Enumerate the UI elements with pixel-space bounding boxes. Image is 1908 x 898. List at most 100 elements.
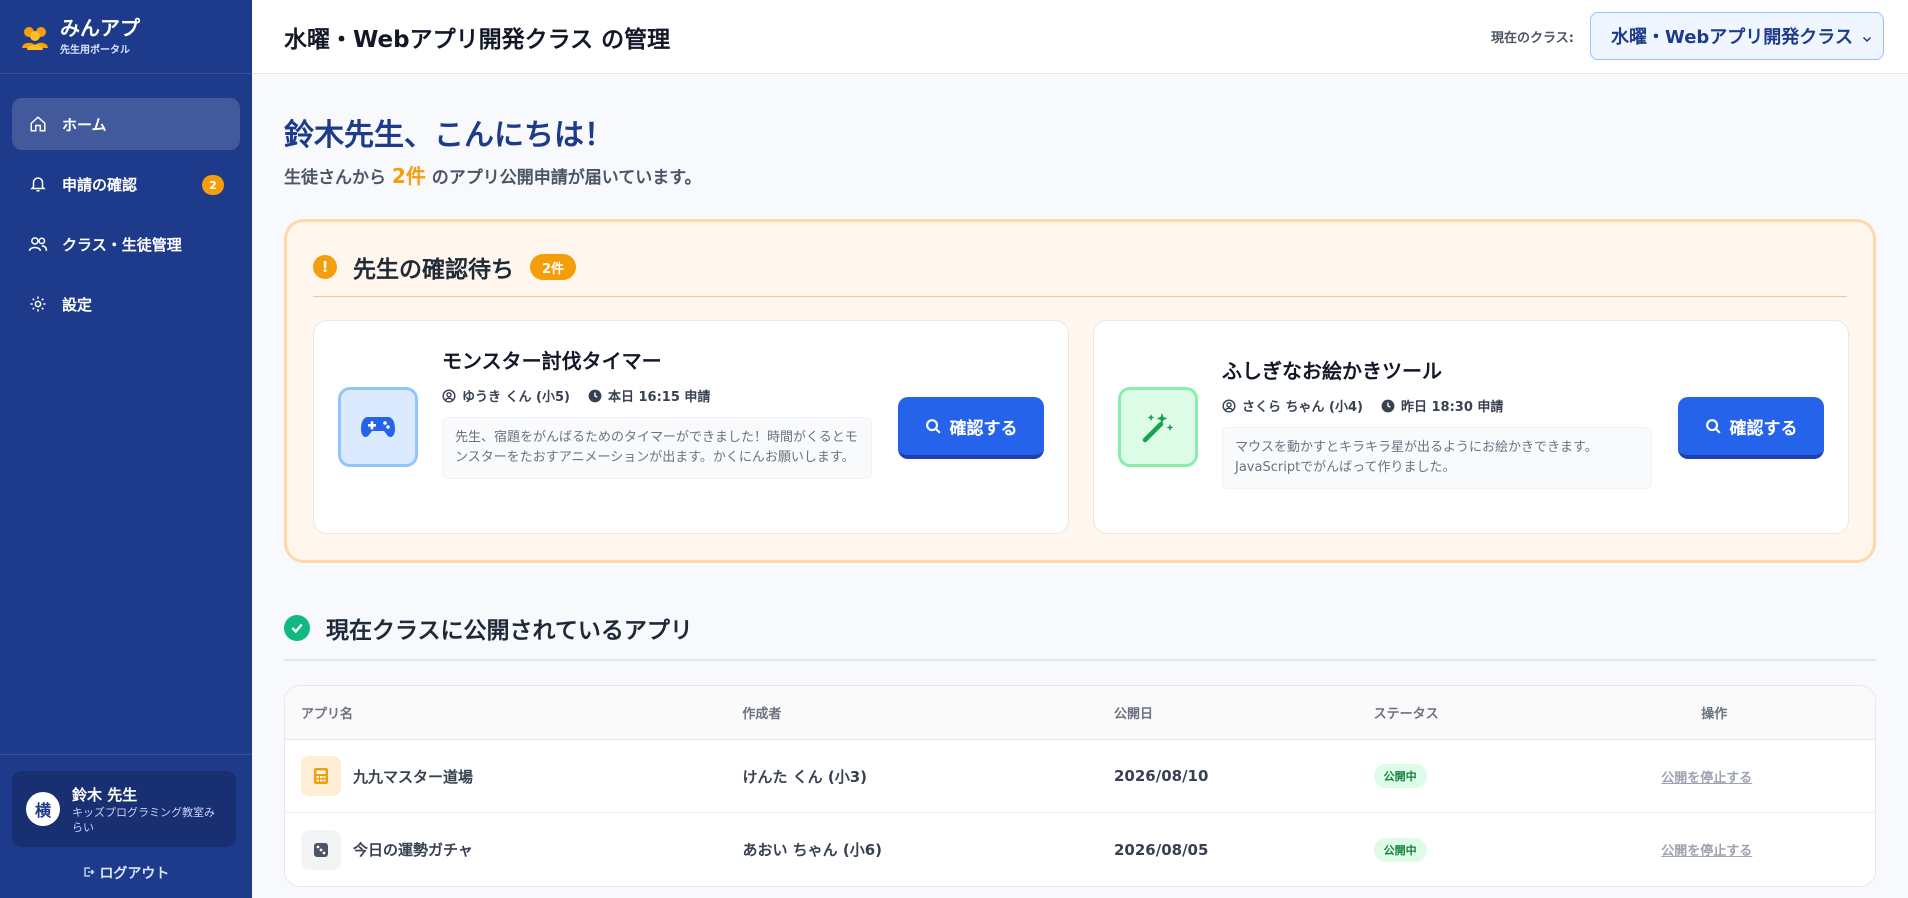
avatar: 横 — [26, 792, 60, 826]
sidebar-item-home[interactable]: ホーム — [12, 98, 240, 150]
sidebar-item-label: 申請の確認 — [62, 175, 138, 194]
check-circle-icon — [284, 615, 310, 641]
pending-title: 先生の確認待ち — [353, 257, 514, 283]
calculator-icon — [301, 756, 341, 796]
column-header-author: 作成者 — [742, 707, 782, 722]
pending-badge: 2件 — [530, 254, 577, 280]
app-name: 今日の運勢ガチャ — [353, 841, 473, 859]
logout-icon — [83, 866, 100, 882]
sidebar-footer: 横 鈴木 先生 キッズプログラミング教室みらい ログアウト — [0, 754, 252, 898]
app-description: マウスを動かすとキラキラ星が出るようにお絵かきできます。JavaScriptでが… — [1222, 427, 1652, 489]
sidebar-item-label: ホーム — [62, 115, 107, 134]
users-icon — [28, 234, 48, 254]
table-row: 九九マスター道場 けんた くん (小3) 2026/08/10 公開中 公開を停… — [285, 740, 1875, 813]
users-logo-icon — [22, 26, 48, 50]
request-time: 本日 16:15 申請 — [607, 390, 711, 405]
exclamation-icon: ! — [313, 255, 337, 279]
app-title: ふしぎなお絵かきツール — [1222, 359, 1442, 383]
request-meta: さくら ちゃん (小4) 昨日 18:30 申請 — [1222, 396, 1652, 415]
status-badge: 公開中 — [1373, 837, 1427, 862]
author-name: さくら ちゃん (小4) — [1242, 400, 1363, 415]
sidebar-item-label: クラス・生徒管理 — [62, 235, 182, 254]
search-icon — [925, 418, 941, 434]
greeting-sub-prefix: 生徒さんから — [284, 168, 392, 188]
divider — [313, 296, 1847, 297]
request-card: モンスター討伐タイマー ゆうき くん (小5) 本日 16:15 申請 先生、宿… — [313, 320, 1069, 534]
clock-icon — [1381, 399, 1395, 413]
status-cell: 公開中 — [1373, 837, 1662, 862]
column-header-app-name: アプリ名 — [301, 707, 354, 722]
confirm-button-label: 確認する — [1729, 418, 1798, 439]
divider — [284, 659, 1876, 661]
pending-section: ! 先生の確認待ち 2件 モンスター討伐タイマー ゆうき くん (小5) 本日 … — [284, 219, 1876, 563]
app-description: 先生、宿題をがんばるためのタイマーができました！時間がくるとモンスターをたおすア… — [442, 417, 872, 479]
author-name: ゆうき くん (小5) — [462, 390, 570, 405]
table-header: アプリ名 作成者 公開日 ステータス 操作 — [285, 686, 1875, 740]
request-time: 昨日 18:30 申請 — [1400, 400, 1504, 415]
chevron-down-icon — [1861, 29, 1873, 50]
author-cell: けんた くん (小3) — [742, 767, 868, 786]
app-name-cell: 九九マスター道場 — [285, 756, 742, 796]
sidebar: みんアプ 先生用ポータル ホーム 申請の確認 2 クラス・生徒管理 設定 横 鈴… — [0, 0, 252, 898]
gear-icon — [28, 294, 48, 314]
app-name-cell: 今日の運勢ガチャ — [285, 829, 742, 870]
pending-header: ! 先生の確認待ち 2件 — [313, 250, 577, 284]
user-card[interactable]: 横 鈴木 先生 キッズプログラミング教室みらい — [12, 771, 236, 847]
class-select[interactable]: 水曜・Webアプリ開発クラス — [1590, 12, 1884, 60]
date-cell: 2026/08/05 — [1113, 840, 1209, 859]
user-name: 鈴木 先生 — [72, 785, 138, 804]
requests-count-badge: 2 — [202, 175, 224, 195]
logout-link[interactable]: ログアウト — [0, 863, 252, 883]
published-header: 現在クラスに公開されているアプリ — [284, 613, 1876, 644]
sidebar-item-label: 設定 — [62, 295, 93, 314]
request-card: ふしぎなお絵かきツール さくら ちゃん (小4) 昨日 18:30 申請 マウス… — [1093, 320, 1849, 534]
class-switch-label: 現在のクラス: — [1491, 30, 1574, 46]
brand[interactable]: みんアプ 先生用ポータル — [0, 0, 252, 74]
request-card-body: ふしぎなお絵かきツール さくら ちゃん (小4) 昨日 18:30 申請 マウス… — [1222, 355, 1652, 489]
home-icon — [28, 114, 48, 134]
app-title: モンスター討伐タイマー — [442, 349, 662, 373]
gamepad-icon — [338, 387, 418, 467]
pending-count: 2件 — [391, 164, 426, 188]
user-organization: キッズプログラミング教室みらい — [72, 805, 215, 834]
main-content: 鈴木先生、こんにちは！ 生徒さんから 2件 のアプリ公開申請が届いています。 !… — [284, 74, 1876, 887]
confirm-button-label: 確認する — [949, 418, 1018, 439]
column-header-status: ステータス — [1373, 707, 1439, 722]
page-title: 水曜・Webアプリ開発クラス の管理 — [284, 26, 671, 53]
column-header-date: 公開日 — [1113, 707, 1153, 722]
brand-subtitle: 先生用ポータル — [60, 45, 130, 56]
brand-name: みんアプ — [60, 16, 140, 40]
app-name: 九九マスター道場 — [353, 767, 474, 786]
author-cell: あおい ちゃん (小6) — [742, 841, 883, 859]
magic-wand-icon — [1118, 387, 1198, 467]
column-header-action: 操作 — [1701, 707, 1728, 722]
top-header: 水曜・Webアプリ開発クラス の管理 現在のクラス: 水曜・Webアプリ開発クラ… — [252, 0, 1908, 74]
stop-publishing-link[interactable]: 公開を停止する — [1661, 844, 1752, 859]
class-switcher: 現在のクラス: 水曜・Webアプリ開発クラス — [1491, 12, 1884, 60]
status-badge: 公開中 — [1373, 764, 1427, 788]
status-cell: 公開中 — [1373, 764, 1662, 788]
confirm-button[interactable]: 確認する — [1678, 397, 1824, 459]
logout-label: ログアウト — [99, 866, 170, 882]
table-row: 今日の運勢ガチャ あおい ちゃん (小6) 2026/08/05 公開中 公開を… — [285, 813, 1875, 886]
sidebar-item-settings[interactable]: 設定 — [12, 278, 240, 330]
sidebar-nav: ホーム 申請の確認 2 クラス・生徒管理 設定 — [0, 74, 252, 330]
request-card-body: モンスター討伐タイマー ゆうき くん (小5) 本日 16:15 申請 先生、宿… — [442, 345, 872, 479]
bell-icon — [28, 174, 48, 194]
sidebar-item-class-students[interactable]: クラス・生徒管理 — [12, 218, 240, 270]
user-circle-icon — [1222, 398, 1236, 413]
clock-icon — [588, 389, 602, 403]
date-cell: 2026/08/10 — [1113, 767, 1209, 785]
sidebar-item-requests[interactable]: 申請の確認 2 — [12, 158, 240, 210]
dice-icon — [301, 829, 341, 870]
class-select-value: 水曜・Webアプリ開発クラス — [1611, 27, 1853, 48]
user-circle-icon — [442, 388, 456, 403]
request-meta: ゆうき くん (小5) 本日 16:15 申請 — [442, 386, 872, 405]
action-cell: 公開を停止する — [1661, 767, 1875, 786]
published-title: 現在クラスに公開されているアプリ — [326, 618, 693, 644]
stop-publishing-link[interactable]: 公開を停止する — [1661, 771, 1752, 786]
confirm-button[interactable]: 確認する — [898, 397, 1044, 459]
greeting-sub-suffix: のアプリ公開申請が届いています。 — [425, 168, 702, 188]
greeting-title: 鈴木先生、こんにちは！ — [284, 118, 614, 153]
published-apps-table: アプリ名 作成者 公開日 ステータス 操作 九九マスター道場 けんた くん (小… — [284, 685, 1876, 887]
